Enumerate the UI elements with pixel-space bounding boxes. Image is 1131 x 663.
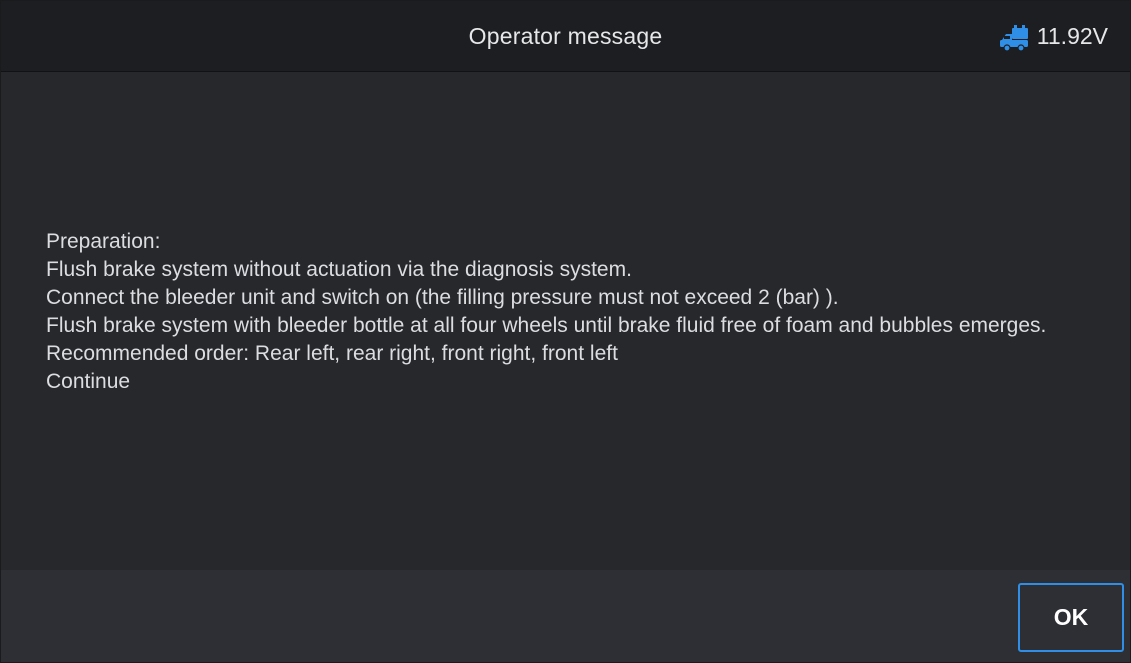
message-line: Continue xyxy=(46,370,131,393)
car-battery-icon xyxy=(999,24,1028,52)
page-title: Operator message xyxy=(468,23,663,49)
title-bar: Operator message 11.92V xyxy=(1,1,1130,72)
operator-message-text: Preparation: Flush brake system without … xyxy=(46,228,1106,396)
message-area: Preparation: Flush brake system without … xyxy=(1,72,1130,570)
message-line: Flush brake system with bleeder bottle a… xyxy=(46,314,1047,337)
message-line: Recommended order: Rear left, rear right… xyxy=(46,342,618,365)
message-line: Preparation: xyxy=(46,230,161,253)
message-line: Connect the bleeder unit and switch on (… xyxy=(46,286,839,309)
ok-button[interactable]: OK xyxy=(1018,583,1124,652)
operator-message-screen: Operator message 11.92V Preparation: Flu… xyxy=(0,0,1131,663)
battery-status: 11.92V xyxy=(999,1,1108,72)
message-line: Flush brake system without actuation via… xyxy=(46,258,632,281)
battery-voltage: 11.92V xyxy=(1036,23,1108,49)
button-bar: OK xyxy=(1,570,1130,662)
